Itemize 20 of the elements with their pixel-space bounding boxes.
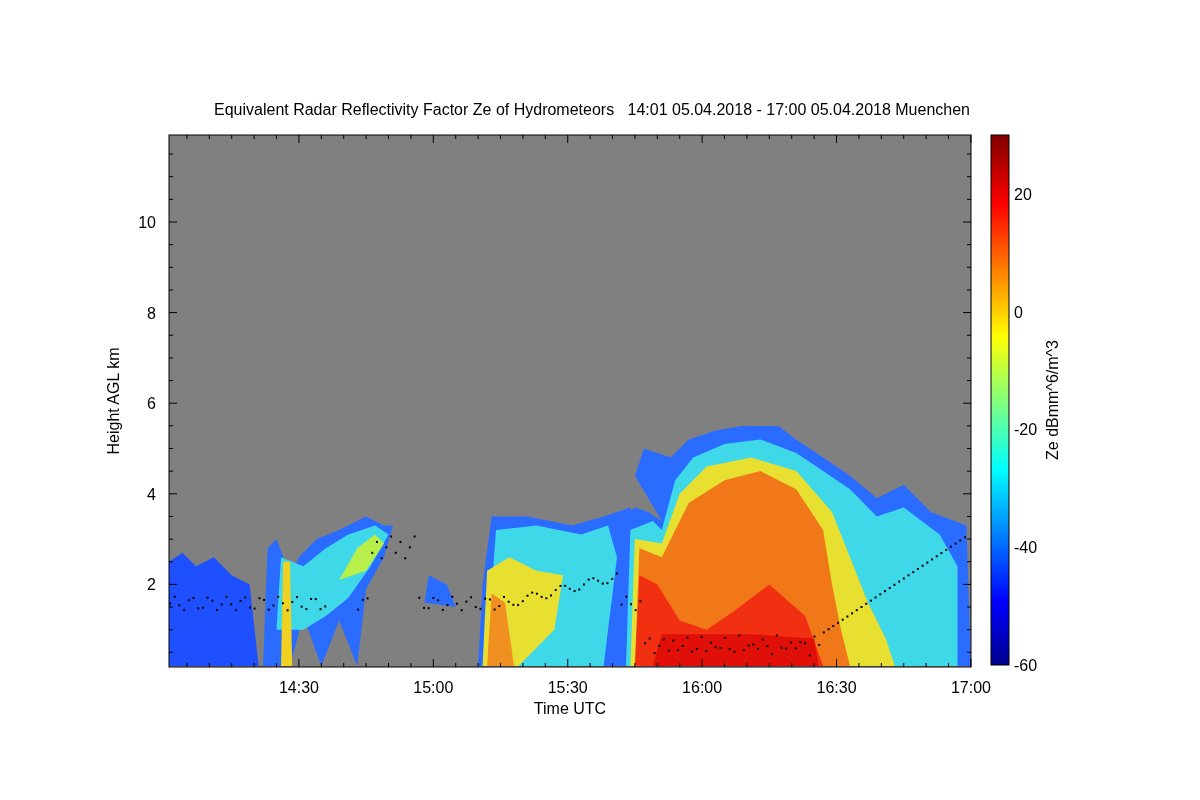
color-scale-label: -20 bbox=[1014, 421, 1038, 439]
y-tick-label: 4 bbox=[147, 485, 156, 503]
color-scale-label: 0 bbox=[1014, 303, 1023, 321]
color-scale-title: Ze dBmm^6/m^3 bbox=[1044, 340, 1061, 460]
x-tick-label: 15:30 bbox=[547, 679, 588, 696]
color-scale-label: -40 bbox=[1014, 539, 1038, 557]
y-axis-label: Height AGL km bbox=[105, 347, 122, 455]
y-tick-label: 2 bbox=[147, 576, 156, 594]
y-tick-label: 10 bbox=[138, 214, 156, 231]
x-tick-label: 14:30 bbox=[278, 679, 319, 696]
chart-title: Equivalent Radar Reflectivity Factor Ze of Hydrometeors 14:01 05.04.2018 - 17:00 05.04.2018 Muenchen bbox=[214, 101, 970, 118]
color-scale-label: 20 bbox=[1014, 185, 1032, 203]
color-scale-label: -60 bbox=[1014, 657, 1038, 674]
y-tick-label: 6 bbox=[147, 395, 156, 413]
x-tick-label: 16:30 bbox=[816, 679, 857, 696]
x-tick-label: 17:00 bbox=[950, 679, 991, 696]
x-tick-label: 15:00 bbox=[413, 679, 454, 696]
x-axis-label: Time UTC bbox=[533, 700, 607, 717]
y-tick-label: 8 bbox=[147, 304, 156, 322]
x-tick-label: 16:00 bbox=[682, 679, 723, 696]
